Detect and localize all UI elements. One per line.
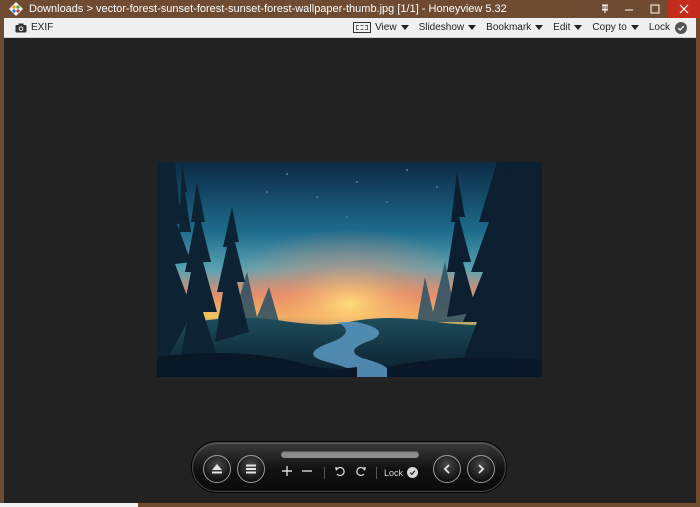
- bookmark-label: Bookmark: [486, 22, 532, 33]
- exif-button[interactable]: EXIF: [10, 18, 58, 38]
- exif-label: EXIF: [31, 22, 54, 33]
- copy-to-label: Copy to: [592, 22, 627, 33]
- chevron-down-icon: [574, 25, 583, 30]
- window-title: Downloads > vector-forest-sunset-forest-…: [29, 3, 507, 15]
- title-bar[interactable]: Downloads > vector-forest-sunset-forest-…: [0, 0, 700, 18]
- zoom-out-icon[interactable]: [301, 465, 313, 477]
- edit-label: Edit: [553, 22, 571, 33]
- lock-button[interactable]: Lock: [644, 18, 692, 38]
- zoom-in-icon[interactable]: [281, 465, 293, 477]
- close-icon[interactable]: [668, 0, 700, 18]
- view-menu[interactable]: View: [348, 18, 414, 38]
- lock-label: Lock: [384, 467, 404, 478]
- slideshow-label: Slideshow: [418, 22, 465, 33]
- bookmark-menu[interactable]: Bookmark: [481, 18, 548, 38]
- check-circle-icon: [407, 467, 419, 478]
- pin-icon[interactable]: [594, 0, 616, 18]
- copy-to-menu[interactable]: Copy to: [587, 18, 643, 38]
- lock-label: Lock: [648, 22, 670, 33]
- view-label: View: [375, 22, 397, 33]
- eject-icon[interactable]: [203, 455, 231, 483]
- menu-icon[interactable]: [237, 455, 265, 483]
- chevron-down-icon: [535, 25, 544, 30]
- edit-menu[interactable]: Edit: [548, 18, 587, 38]
- taskbar-fragment: [0, 503, 138, 507]
- rotate-left-icon[interactable]: [334, 465, 346, 477]
- chevron-down-icon: [630, 25, 639, 30]
- minimize-icon[interactable]: [616, 0, 642, 18]
- honeyview-app-icon: [9, 2, 23, 16]
- maximize-icon[interactable]: [642, 0, 668, 18]
- slideshow-menu[interactable]: Slideshow: [414, 18, 482, 38]
- fullscreen-icon: [353, 22, 372, 33]
- separator: [376, 467, 377, 479]
- next-icon[interactable]: [467, 455, 495, 483]
- forest-sunset-image: [157, 162, 542, 377]
- app-window: Downloads > vector-forest-sunset-forest-…: [0, 0, 700, 507]
- lock-toggle[interactable]: Lock: [384, 467, 419, 478]
- camera-icon: [15, 23, 27, 33]
- chevron-down-icon: [468, 25, 477, 30]
- image-viewer[interactable]: Lock: [4, 38, 696, 503]
- chevron-down-icon: [400, 25, 409, 30]
- previous-icon[interactable]: [433, 455, 461, 483]
- bottom-border: [0, 503, 700, 507]
- check-circle-icon: [675, 21, 687, 34]
- image-position-slider[interactable]: [281, 451, 419, 458]
- rotate-right-icon[interactable]: [355, 465, 367, 477]
- toolbar: EXIF View Slideshow Bookmark Edit Copy t…: [4, 18, 696, 38]
- floating-control-bar: Lock: [192, 442, 506, 492]
- separator: [324, 467, 325, 479]
